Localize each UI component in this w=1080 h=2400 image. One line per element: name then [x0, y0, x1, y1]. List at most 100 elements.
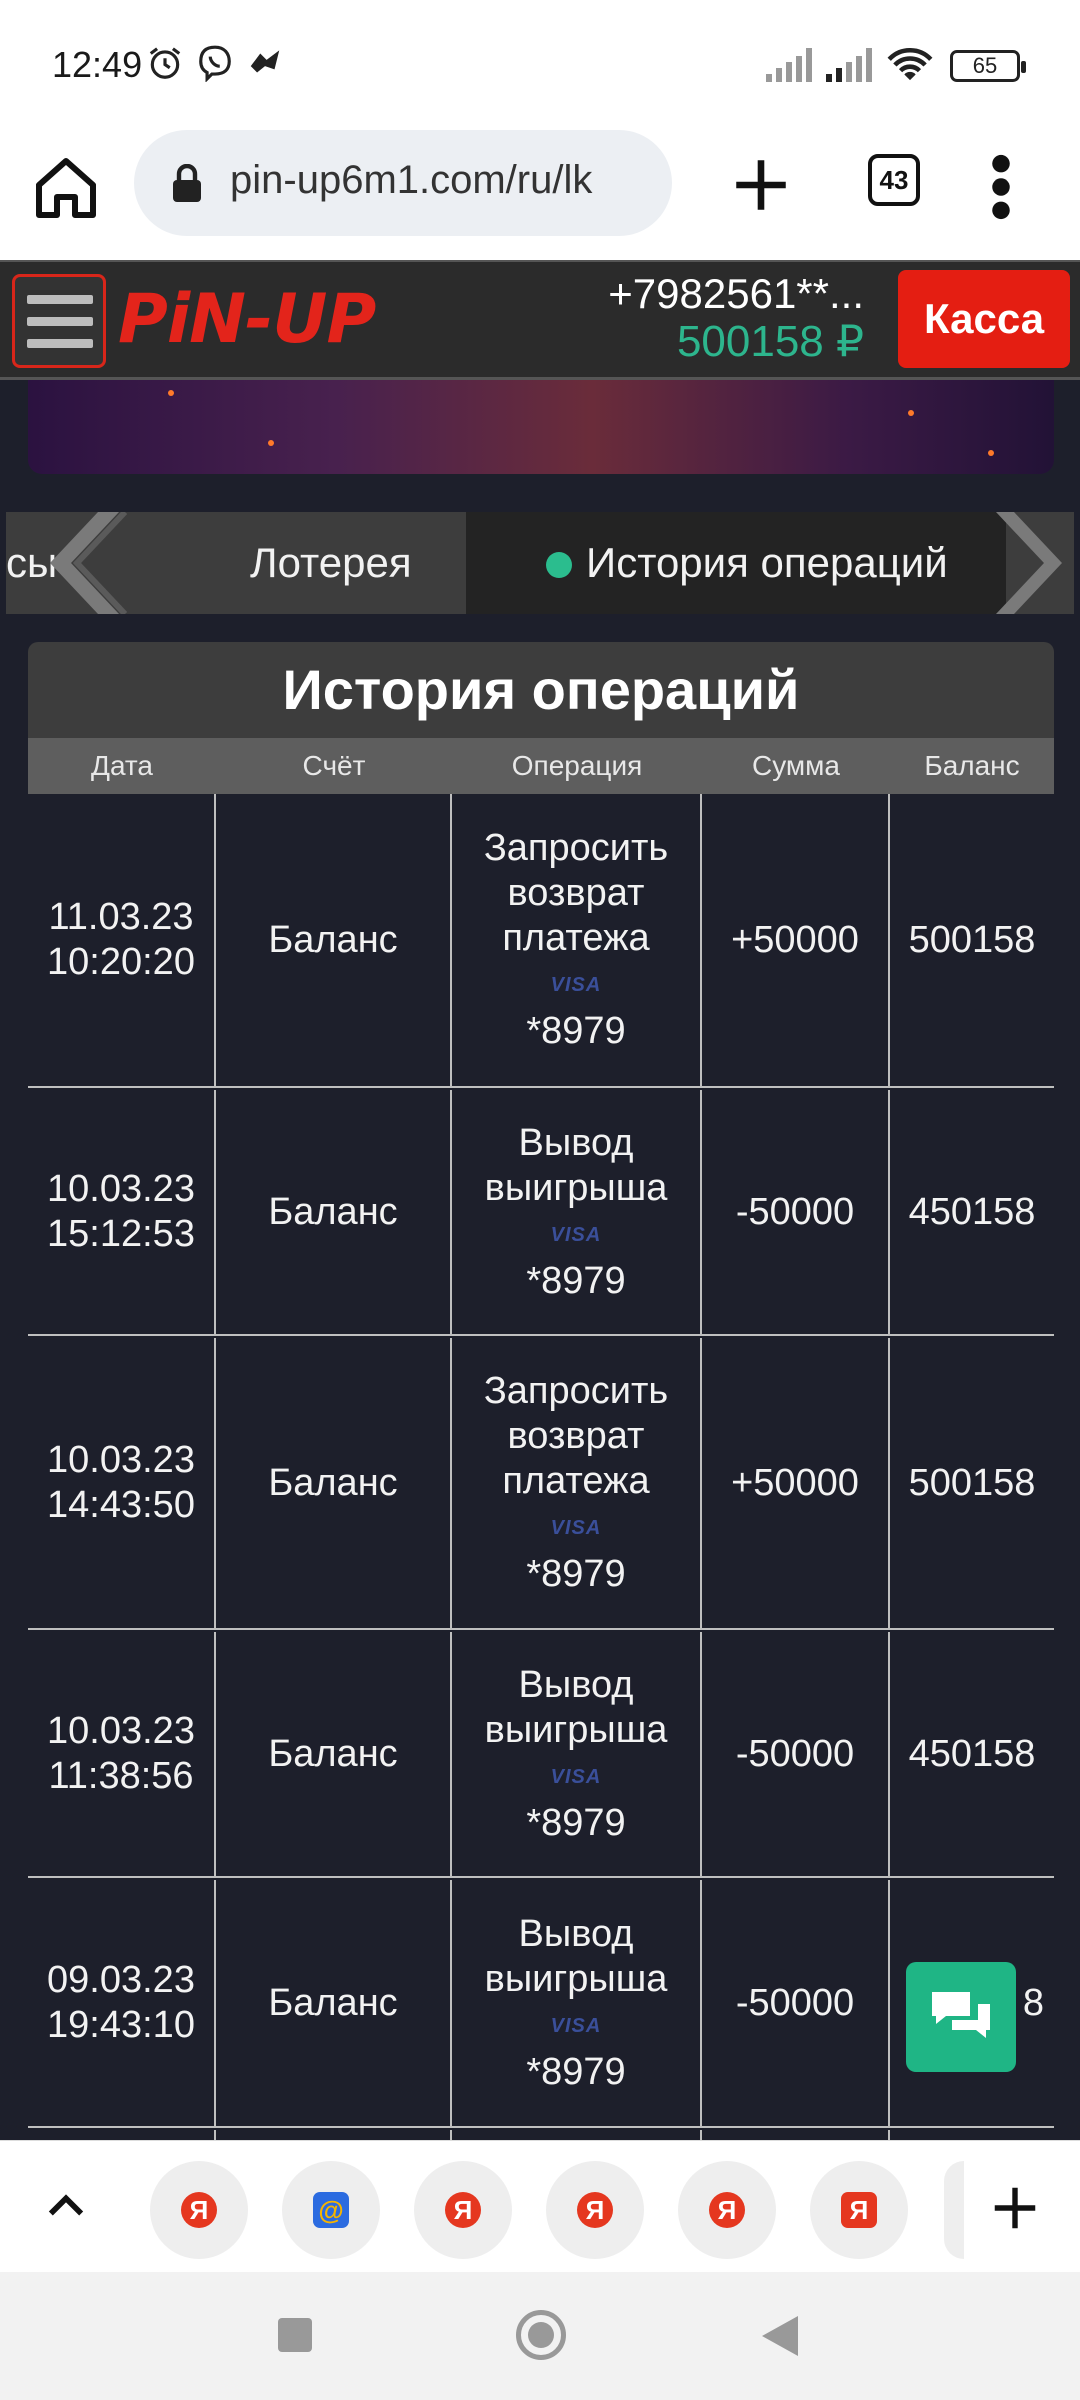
- column-header-balance: Баланс: [924, 750, 1020, 781]
- more-menu-icon[interactable]: [986, 152, 1016, 222]
- row-date: 10.03.23: [47, 1710, 195, 1752]
- operation-line: выигрыша: [484, 1166, 668, 1209]
- yandex-browser-icon: Я: [841, 2192, 877, 2228]
- operation-line: Вывод: [518, 1121, 634, 1164]
- bookmark-yandex-browser[interactable]: Я: [810, 2161, 908, 2259]
- card-number: *8979: [526, 1553, 626, 1595]
- support-chat-button[interactable]: [906, 1962, 1016, 2072]
- spark: [268, 440, 274, 446]
- signal-icon: [766, 48, 812, 82]
- cell-amount: -50000: [735, 1981, 855, 2024]
- spark: [168, 390, 174, 396]
- bookmark-yandex[interactable]: Я: [150, 2161, 248, 2259]
- visa-logo-icon: VISA: [550, 1765, 602, 1788]
- operation-line: Запросить: [483, 1370, 669, 1412]
- page-content: сы Лотерея История операций История опер…: [0, 380, 1080, 2140]
- back-triangle-icon[interactable]: [762, 2316, 798, 2356]
- cell-operation: Вывод выигрыша VISA *8979: [452, 1632, 700, 1876]
- home-circle-icon[interactable]: [516, 2310, 566, 2360]
- operation-history-card: История операций Дата Счёт Операция Сумм…: [28, 642, 1054, 2140]
- cell-balance: 500158: [908, 1461, 1036, 1504]
- viber-icon: [199, 45, 231, 82]
- column-header-date: Дата: [90, 750, 153, 781]
- visa-logo-icon: VISA: [550, 1517, 602, 1539]
- bookmark-partial[interactable]: [944, 2161, 964, 2259]
- table-row: 10.03.23 15:12:53 Баланс Вывод выигрыша …: [28, 1090, 1054, 1336]
- visa-logo-icon: VISA: [550, 2014, 602, 2037]
- bookmark-yandex[interactable]: Я: [546, 2161, 644, 2259]
- table-row: [28, 2130, 1054, 2140]
- table-row: 10.03.23 11:38:56 Баланс Вывод выигрыша …: [28, 1632, 1054, 1878]
- cell-balance: 450158: [908, 1190, 1036, 1233]
- tab-lottery[interactable]: Лотерея: [250, 512, 412, 614]
- battery-level: 65: [972, 53, 998, 78]
- recents-square-icon[interactable]: [278, 2318, 312, 2352]
- column-header-account: Счёт: [302, 750, 366, 781]
- wifi-icon: [887, 48, 933, 81]
- operation-line: платежа: [502, 917, 650, 959]
- row-date: 10.03.23: [47, 1439, 195, 1481]
- operation-line: Запросить: [483, 827, 669, 869]
- promo-banner[interactable]: [28, 380, 1054, 474]
- active-dot-icon: [546, 552, 572, 578]
- visa-logo-icon: VISA: [550, 974, 602, 996]
- card-number: *8979: [526, 1801, 626, 1844]
- site-header: PiN-UP +7982561**... 500158 ₽ Касса: [0, 260, 1080, 380]
- chevron-up-icon[interactable]: [40, 2181, 92, 2233]
- visa-logo-icon: VISA: [550, 1223, 602, 1246]
- cell-date: 10.03.23 14:43:50: [28, 1338, 214, 1628]
- new-tab-plus-icon[interactable]: [728, 152, 794, 218]
- cell-balance: 450158: [908, 1732, 1036, 1775]
- browser-toolbar: pin-up6m1.com/ru/lk 43: [0, 130, 1080, 260]
- cell-account: Баланс: [268, 1981, 398, 2024]
- column-header-operation: Операция: [511, 750, 643, 781]
- table-header: Дата Счёт Операция Сумма Баланс: [28, 738, 1054, 794]
- signal-icon-2: [826, 48, 872, 82]
- divider: [888, 2130, 890, 2140]
- cell-date: 10.03.23 11:38:56: [28, 1632, 214, 1876]
- operation-line: возврат: [507, 872, 645, 914]
- hamburger-menu-button[interactable]: [12, 274, 106, 368]
- bottom-bookmarks-bar: Я @ Я Я Я Я: [0, 2140, 1080, 2272]
- tab-count: 43: [879, 165, 909, 195]
- hamburger-line-icon: [27, 295, 93, 304]
- address-bar[interactable]: pin-up6m1.com/ru/lk: [134, 130, 672, 236]
- tab-switcher-button[interactable]: 43: [868, 154, 920, 206]
- bookmark-mail[interactable]: @: [282, 2161, 380, 2259]
- cell-date: 09.03.23 19:43:10: [28, 1880, 214, 2126]
- bookmark-yandex[interactable]: Я: [678, 2161, 776, 2259]
- system-navigation-bar: [0, 2272, 1080, 2400]
- scroll-left-arrow-icon[interactable]: [38, 512, 128, 614]
- row-time: 15:12:53: [47, 1213, 195, 1255]
- operation-line: выигрыша: [484, 1957, 668, 2000]
- home-icon[interactable]: [30, 152, 102, 224]
- cell-account: Баланс: [268, 1190, 398, 1233]
- card-number: *8979: [526, 2050, 626, 2093]
- scroll-right-arrow-icon[interactable]: [996, 512, 1074, 614]
- card-number: *8979: [526, 1010, 626, 1052]
- tab-operation-history[interactable]: История операций: [466, 512, 1006, 614]
- spark: [988, 450, 994, 456]
- divider: [450, 2130, 452, 2140]
- row-date: 09.03.23: [47, 1959, 195, 2001]
- pin-up-logo[interactable]: PiN-UP: [118, 280, 376, 359]
- lock-icon: [173, 164, 201, 202]
- kassa-button[interactable]: Касса: [898, 270, 1070, 368]
- add-bookmark-plus-icon[interactable]: [988, 2181, 1042, 2235]
- operation-line: возврат: [507, 1415, 645, 1457]
- row-time: 19:43:10: [47, 2004, 195, 2046]
- app-notification-icon: [250, 50, 280, 73]
- bookmark-yandex[interactable]: Я: [414, 2161, 512, 2259]
- table-row: 10.03.23 14:43:50 Баланс Запросить возвр…: [28, 1338, 1054, 1630]
- cell-account: Баланс: [268, 1461, 398, 1504]
- cell-operation: Запросить возврат платежа VISA *8979: [452, 794, 700, 1086]
- row-time: 10:20:20: [47, 941, 195, 983]
- cell-operation: Вывод выигрыша VISA *8979: [452, 1880, 700, 2126]
- cell-amount: -50000: [735, 1732, 855, 1775]
- user-phone[interactable]: +7982561**...: [608, 270, 864, 318]
- row-date: 11.03.23: [48, 896, 194, 938]
- yandex-icon: Я: [445, 2192, 481, 2228]
- operation-line: платежа: [502, 1460, 650, 1502]
- url-text[interactable]: pin-up6m1.com/ru/lk: [230, 158, 660, 203]
- divider: [700, 2130, 702, 2140]
